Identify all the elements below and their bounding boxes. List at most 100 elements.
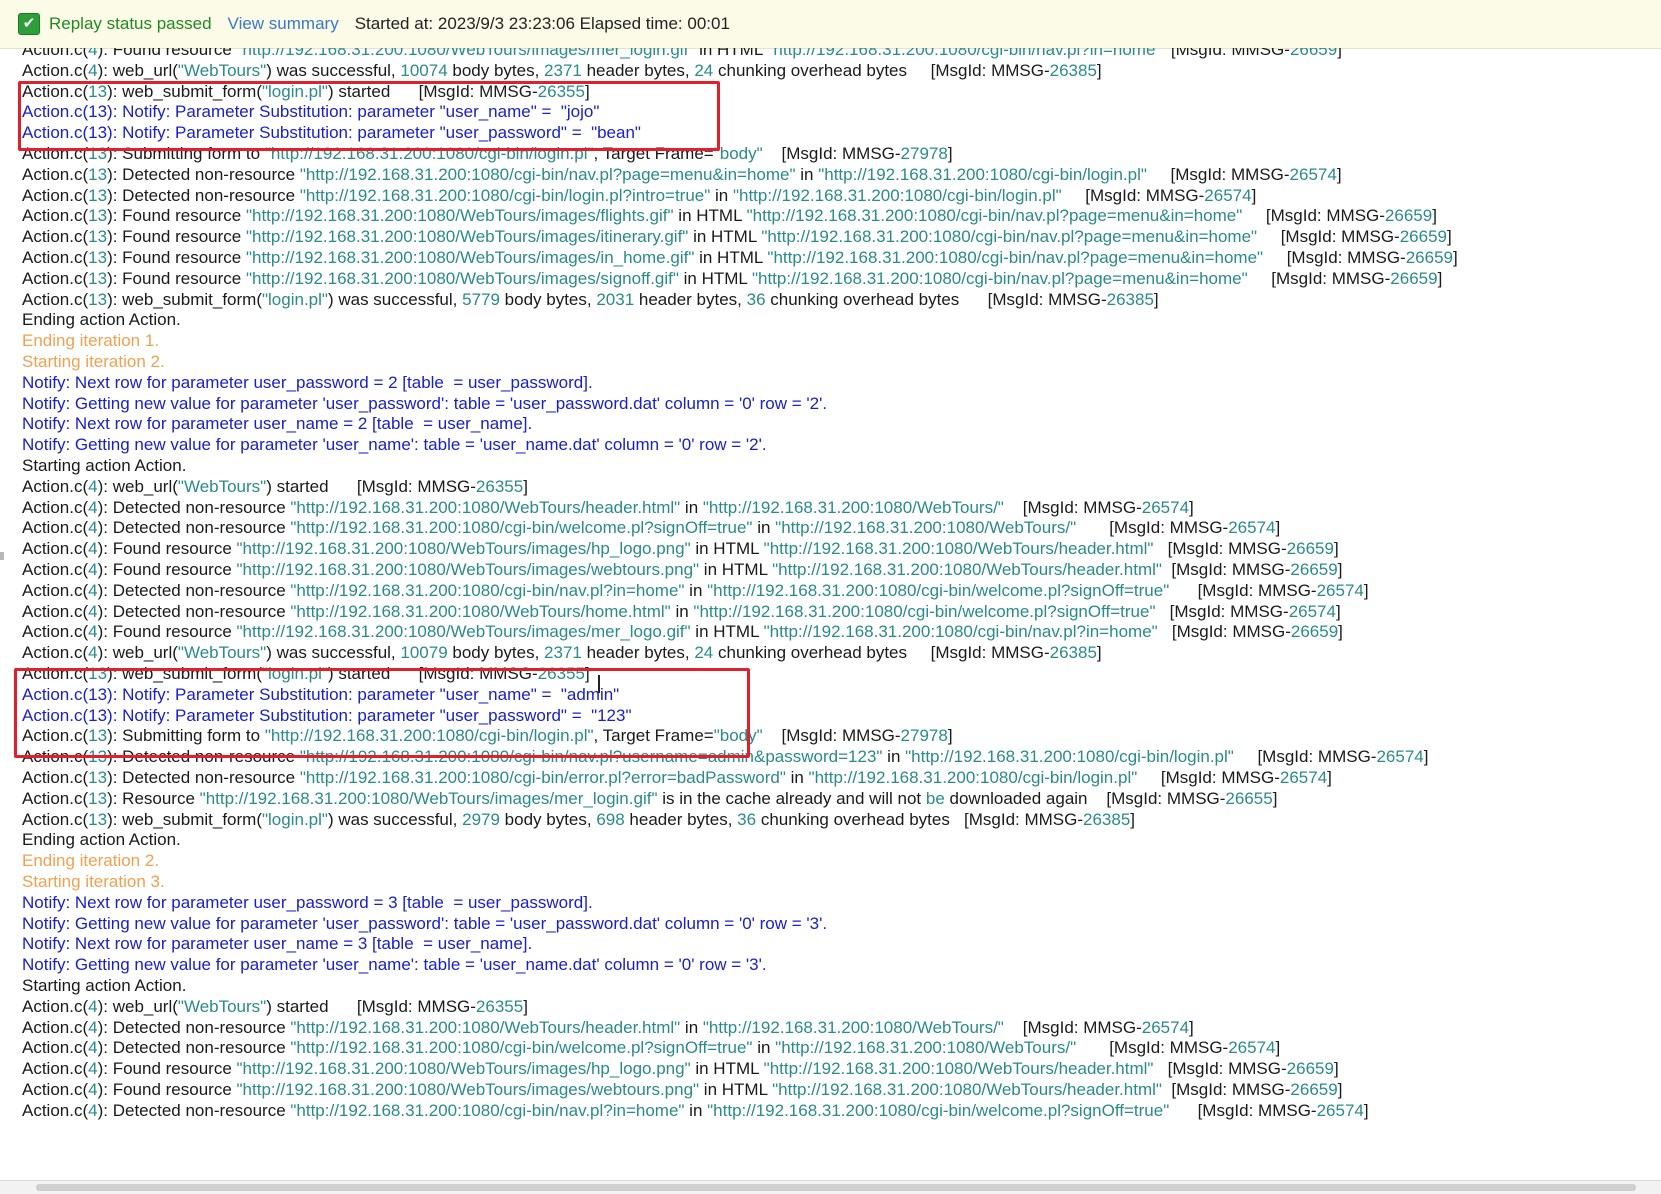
log-text: ): Found resource [107, 268, 246, 288]
log-text: header bytes, [634, 289, 747, 309]
log-value: "http://192.168.31.200:1080/cgi-bin/welc… [707, 1100, 1170, 1120]
log-line: Action.c(4): web_url("WebTours") was suc… [22, 60, 1102, 82]
log-text: Action.c( [22, 996, 89, 1016]
log-text: Action.c( [22, 289, 89, 309]
log-value: "http://192.168.31.200:1080/WebTours/ima… [245, 206, 674, 226]
log-text: ] [1337, 48, 1342, 59]
log-text: Notify: Getting new value for parameter … [22, 393, 828, 413]
log-text: chunking overhead bytes [MsgId: MMSG- [713, 643, 1050, 663]
log-value: "http://192.168.31.200:1080/WebTours/hea… [763, 1059, 1154, 1079]
log-text: ): Found resource [97, 1080, 237, 1099]
log-text: Notify: Getting new value for parameter … [22, 913, 828, 933]
log-value: "http://192.168.31.200:1080/WebTours/ima… [236, 622, 691, 642]
log-text: in HTML [694, 48, 768, 59]
log-line: Action.c(13): Detected non-resource "htt… [22, 164, 1342, 186]
log-text: Action.c( [22, 248, 89, 267]
log-line: Action.c(4): Detected non-resource "http… [22, 497, 1194, 519]
log-value: 4 [88, 580, 98, 600]
log-value: "http://192.168.31.200:1080/WebTours/" [775, 518, 1077, 538]
log-value: 4 [88, 560, 98, 579]
log-text: in HTML [690, 1059, 764, 1079]
log-value: "http://192.168.31.200:1080/WebTours/" [775, 1038, 1077, 1058]
log-value: 26355 [475, 476, 524, 496]
log-value: "http://192.168.31.200:1080/cgi-bin/welc… [707, 580, 1170, 600]
log-value: 5779 [462, 289, 500, 309]
log-value: "WebTours" [177, 60, 267, 80]
log-value: 698 [596, 809, 625, 829]
view-summary-link[interactable]: View summary [228, 14, 339, 34]
log-text: in HTML [678, 268, 752, 288]
log-value: "http://192.168.31.200:1080/cgi-bin/welc… [290, 1038, 753, 1058]
log-value: "body" [713, 144, 763, 163]
log-value: 13 [88, 206, 108, 226]
log-value: 4 [88, 497, 98, 517]
log-value: "http://192.168.31.200:1080/WebTours/" [702, 497, 1004, 517]
log-value: 4 [88, 1080, 98, 1099]
log-line: Notify: Getting new value for parameter … [22, 434, 767, 456]
log-line: Notify: Next row for parameter user_name… [22, 933, 532, 955]
log-text: Action.c( [22, 580, 89, 600]
log-text: Starting action Action. [22, 456, 187, 475]
log-line: Notify: Getting new value for parameter … [22, 393, 827, 415]
log-text: Ending action Action. [22, 830, 181, 850]
log-value: 13 [88, 289, 108, 309]
log-text: ): Found resource [107, 227, 246, 247]
log-line: Action.c(13): Resource "http://192.168.3… [22, 788, 1277, 810]
log-text: Ending iteration 2. [22, 851, 160, 871]
log-value: "http://192.168.31.200:1080/WebTours/hea… [290, 1017, 681, 1037]
log-value: "login.pl" [262, 289, 328, 309]
log-line: Ending iteration 1. [22, 330, 159, 352]
log-value: 4 [88, 1100, 98, 1120]
log-text: header bytes, [581, 643, 695, 663]
log-text: ] [1275, 518, 1281, 538]
log-text: downloaded again [MsgId: MMSG- [944, 788, 1226, 808]
log-text: in [785, 768, 809, 787]
log-text: in [752, 518, 776, 538]
log-text: ] [1130, 809, 1136, 829]
log-text: Action.c( [22, 518, 89, 538]
log-text: Action.c( [22, 268, 89, 288]
log-value: 13 [88, 227, 108, 247]
log-line: Ending iteration 2. [22, 850, 159, 872]
log-value: 36 [746, 289, 766, 309]
log-text: ): Detected non-resource [97, 1038, 291, 1058]
log-text: body bytes, [499, 809, 597, 829]
log-value: "http://192.168.31.200:1080/cgi-bin/nav.… [299, 164, 796, 184]
log-value: "http://192.168.31.200:1080/WebTours/hom… [290, 601, 671, 621]
horizontal-scrollbar-thumb[interactable] [36, 1184, 1636, 1191]
log-value: "http://192.168.31.200:1080/WebTours/" [702, 1017, 1004, 1037]
log-line: Action.c(13): web_submit_form("login.pl"… [22, 289, 1159, 311]
log-text: in [680, 497, 703, 517]
log-value: 13 [88, 268, 108, 288]
log-text: body bytes, [499, 289, 597, 309]
log-text: [MsgId: MMSG- [762, 144, 901, 163]
log-text: ] [1333, 539, 1339, 559]
log-text: Action.c( [22, 48, 89, 59]
log-value: "http://192.168.31.200:1080/WebTours/ima… [236, 560, 700, 579]
log-text: ): Detected non-resource [97, 497, 291, 517]
horizontal-scrollbar[interactable] [0, 1180, 1661, 1194]
log-value: "http://192.168.31.200:1080/WebTours/ima… [236, 48, 695, 59]
log-value: 26385 [1049, 643, 1097, 663]
log-value: "http://192.168.31.200:1080/WebTours/hea… [772, 1080, 1162, 1099]
replay-log[interactable]: Action.c(4): Found resource "http://192.… [22, 48, 1632, 1172]
log-value: 26385 [1083, 809, 1131, 829]
log-text: in [684, 580, 708, 600]
log-text: chunking overhead bytes [MsgId: MMSG- [713, 60, 1050, 80]
log-value: "http://192.168.31.200:1080/WebTours/ima… [236, 1080, 700, 1099]
log-text: ): Detected non-resource [97, 1100, 291, 1120]
log-value: 2371 [544, 643, 582, 663]
log-value: "http://192.168.31.200:1080/cgi-bin/logi… [905, 747, 1234, 767]
log-text: ): web_submit_form( [107, 809, 262, 829]
log-line: Starting action Action. [22, 975, 186, 997]
log-line: Notify: Getting new value for parameter … [22, 954, 767, 976]
started-elapsed-text: Started at: 2023/9/3 23:23:06 Elapsed ti… [354, 14, 730, 33]
log-text: ) started [MsgId: MMSG- [266, 996, 476, 1016]
log-text: Notify: Next row for parameter user_name… [22, 414, 533, 434]
log-text: ] [1337, 560, 1343, 579]
log-text: [MsgId: MMSG- [1161, 48, 1290, 59]
log-value: 26574 [1204, 185, 1252, 205]
log-text: in HTML [694, 248, 768, 267]
log-text: Action.c( [22, 1080, 89, 1099]
log-line: Action.c(4): Detected non-resource "http… [22, 1037, 1280, 1059]
